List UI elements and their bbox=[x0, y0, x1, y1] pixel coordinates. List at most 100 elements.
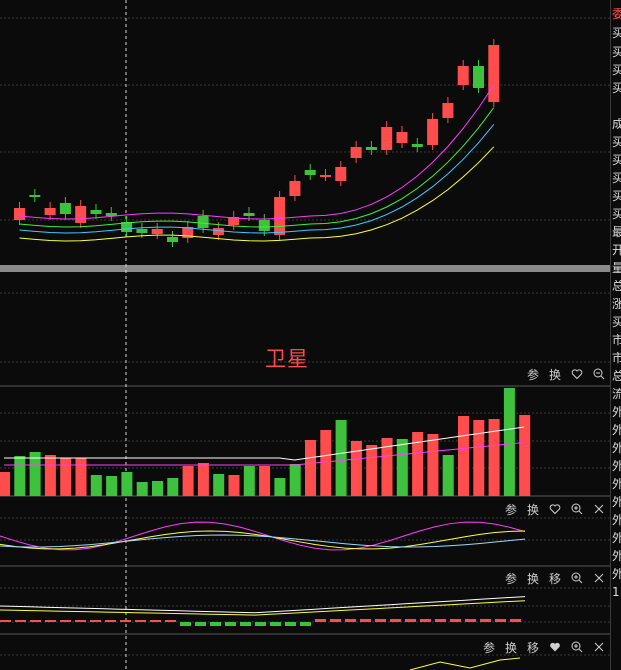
indicator-bar bbox=[405, 619, 416, 622]
indicator-bar bbox=[120, 620, 131, 622]
indicator-bar bbox=[480, 619, 491, 622]
zoom-out-icon[interactable] bbox=[591, 366, 607, 382]
indicator-bar bbox=[300, 622, 311, 626]
indicator-bar bbox=[375, 619, 386, 622]
indicator-bar bbox=[255, 622, 266, 626]
right-panel-char: 外 bbox=[612, 460, 621, 473]
signal2-line bbox=[0, 534, 526, 548]
candle-body bbox=[381, 127, 393, 150]
candle-body bbox=[59, 203, 71, 214]
right-panel-char: 买 bbox=[612, 27, 621, 40]
indicator-bar bbox=[135, 620, 146, 622]
candle-body bbox=[365, 147, 377, 150]
right-panel-char: 买 bbox=[612, 154, 621, 167]
candle-body bbox=[136, 229, 148, 233]
indicator-bar bbox=[495, 619, 506, 622]
candle-body bbox=[243, 213, 255, 216]
right-panel-char: 市 bbox=[612, 334, 621, 347]
move-button[interactable]: 移 bbox=[547, 570, 563, 586]
volume-bar bbox=[305, 440, 316, 496]
volume-bar bbox=[396, 439, 408, 496]
right-panel-char: 外 bbox=[612, 568, 621, 581]
right-panel-char: 买 bbox=[612, 82, 621, 95]
param-button[interactable]: 参 bbox=[481, 639, 497, 655]
indicator-bar bbox=[240, 622, 251, 626]
indicator-bar bbox=[270, 622, 281, 626]
right-panel-char: 涨 bbox=[612, 298, 621, 311]
indicator-bar bbox=[60, 620, 71, 622]
right-panel-char: 流 bbox=[612, 388, 621, 401]
volume-bar bbox=[90, 475, 102, 496]
candle-body bbox=[304, 170, 316, 175]
indicator-bar bbox=[330, 619, 341, 622]
move-button[interactable]: 移 bbox=[525, 639, 541, 655]
candle-body bbox=[274, 197, 286, 235]
close-icon[interactable] bbox=[591, 639, 607, 655]
right-panel-char: 最 bbox=[612, 226, 621, 239]
right-panel-char: 外 bbox=[612, 424, 621, 437]
right-panel-char: 买 bbox=[612, 316, 621, 329]
indicator-bar bbox=[360, 619, 371, 622]
right-panel-char: 买 bbox=[612, 172, 621, 185]
indicator-bar bbox=[390, 619, 401, 622]
indicator-toolbar: 参 换 移 bbox=[503, 570, 607, 586]
indicator-bar bbox=[150, 620, 161, 622]
right-panel-char: 外 bbox=[612, 406, 621, 419]
zoom-in-icon[interactable] bbox=[569, 501, 585, 517]
right-panel-char: 买 bbox=[612, 46, 621, 59]
indicator-bar bbox=[90, 620, 101, 622]
right-panel-char: 成 bbox=[612, 118, 621, 131]
candle-body bbox=[90, 210, 102, 214]
switch-button[interactable]: 换 bbox=[525, 501, 541, 517]
volume-toolbar: 参 换 bbox=[525, 366, 607, 382]
candle-body bbox=[75, 206, 87, 223]
indicator-bar bbox=[345, 619, 356, 622]
indicator-bar bbox=[0, 620, 11, 622]
candle-body bbox=[258, 220, 270, 231]
indicator-bar bbox=[450, 619, 461, 622]
indicator-bar bbox=[30, 620, 41, 622]
switch-button[interactable]: 换 bbox=[547, 366, 563, 382]
heart-filled-icon[interactable] bbox=[547, 639, 563, 655]
param-button[interactable]: 参 bbox=[503, 570, 519, 586]
right-panel-char: 买 bbox=[612, 208, 621, 221]
indicator-bar bbox=[195, 622, 206, 626]
param-button[interactable]: 参 bbox=[503, 501, 519, 517]
candle-body bbox=[350, 147, 362, 158]
candle-body bbox=[167, 237, 178, 242]
right-panel-char: 买 bbox=[612, 136, 621, 149]
candle-body bbox=[335, 167, 347, 181]
volume-bar bbox=[427, 434, 439, 496]
volume-bar bbox=[243, 466, 255, 496]
indicator-bar bbox=[45, 620, 56, 622]
indicator-bar bbox=[510, 619, 521, 622]
volume-bar bbox=[75, 458, 87, 496]
indicator-bar bbox=[210, 622, 221, 626]
close-icon[interactable] bbox=[591, 501, 607, 517]
heart-outline-icon[interactable] bbox=[569, 366, 585, 382]
close-icon[interactable] bbox=[591, 570, 607, 586]
heart-outline-icon[interactable] bbox=[547, 501, 563, 517]
candle-body bbox=[411, 144, 423, 147]
zoom-in-icon[interactable] bbox=[569, 570, 585, 586]
candle-body bbox=[29, 195, 41, 197]
volume-bar bbox=[60, 458, 72, 496]
candle-body bbox=[44, 208, 56, 215]
indicator-bar bbox=[15, 620, 26, 622]
bottom-toolbar: 参 换 移 bbox=[481, 639, 607, 655]
volume-bar bbox=[228, 475, 240, 496]
switch-button[interactable]: 换 bbox=[525, 570, 541, 586]
param-button[interactable]: 参 bbox=[525, 366, 541, 382]
switch-button[interactable]: 换 bbox=[503, 639, 519, 655]
indicator-bar bbox=[465, 619, 476, 622]
candle-body bbox=[473, 66, 484, 88]
right-panel-char: 外 bbox=[612, 442, 621, 455]
candle-body bbox=[396, 132, 408, 143]
zoom-in-icon[interactable] bbox=[569, 639, 585, 655]
indicator-bar bbox=[285, 622, 296, 626]
indicator-bar bbox=[165, 620, 176, 622]
volume-bar bbox=[44, 455, 56, 496]
volume-bar bbox=[182, 466, 194, 496]
candle-body bbox=[488, 45, 500, 102]
right-panel-char: 外 bbox=[612, 478, 621, 491]
